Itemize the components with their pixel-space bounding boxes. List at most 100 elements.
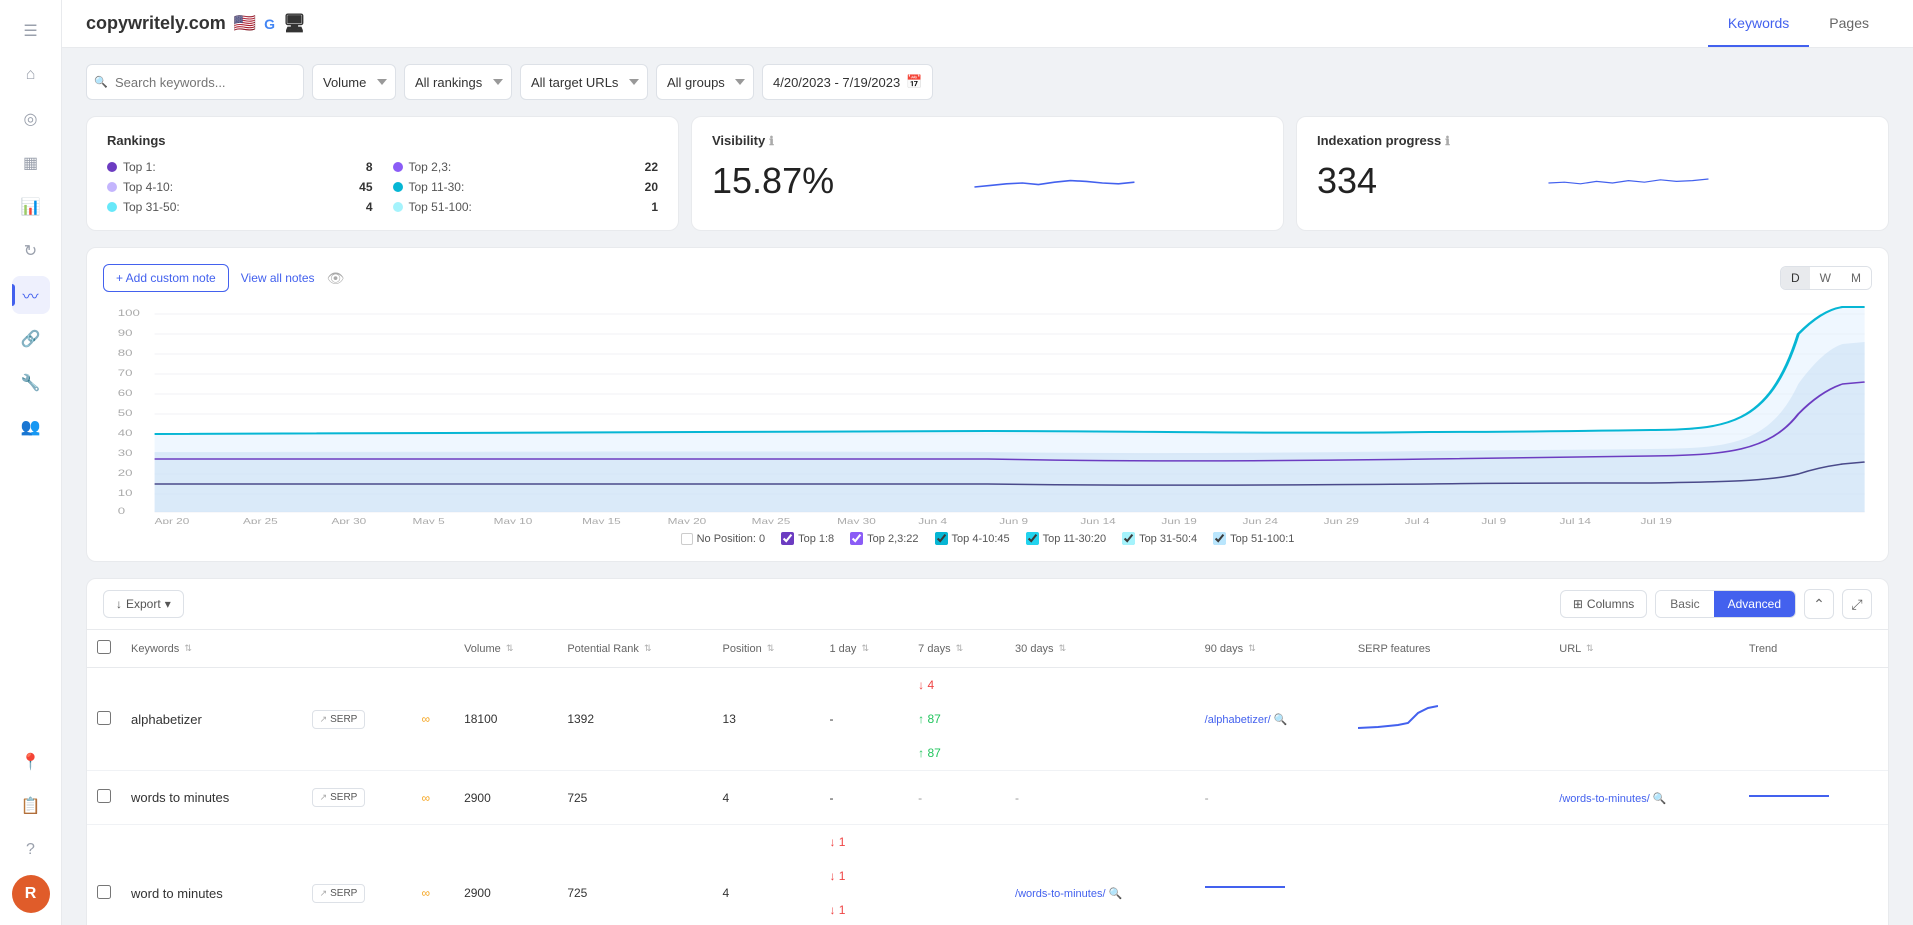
toolbar-right: ⊞ Columns Basic Advanced ⌃ ⤢ xyxy=(1560,589,1872,619)
row-checkbox-1[interactable] xyxy=(97,711,111,725)
link-icon-3: ∞ xyxy=(422,886,431,900)
svg-text:May 10: May 10 xyxy=(494,518,533,524)
ranking-top1: Top 1: 8 xyxy=(107,160,373,174)
svg-text:Apr 30: Apr 30 xyxy=(331,518,366,524)
tab-keywords[interactable]: Keywords xyxy=(1708,1,1809,47)
link-icon-2: ∞ xyxy=(422,791,431,805)
keyword-cell-3: word to minutes xyxy=(121,825,302,925)
keywords-table: Keywords ⇅ Volume ⇅ Potential Rank ⇅ Pos… xyxy=(87,630,1888,925)
main-content: copywritely.com 🇺🇸 G 🖥 Keywords Pages 🔍 … xyxy=(62,0,1913,925)
svg-text:10: 10 xyxy=(118,489,133,499)
legend-top3150: Top 31-50:4 xyxy=(1122,532,1197,545)
serp-button-3[interactable]: ↗ SERP xyxy=(312,884,366,903)
ranking-top410: Top 4-10: 45 xyxy=(107,180,373,194)
svg-text:50: 50 xyxy=(118,409,133,419)
eye-icon: 👁 xyxy=(327,270,345,287)
volume-filter[interactable]: Volume xyxy=(312,64,396,100)
potential-rank-cell-1: 1392 xyxy=(557,668,712,771)
serp-features-column-header: SERP features xyxy=(1348,630,1549,668)
trend-icon[interactable]: 〰 xyxy=(12,276,50,314)
trend-cell-2 xyxy=(1739,771,1888,825)
link-icon[interactable]: 🔗 xyxy=(12,320,50,358)
period-month-button[interactable]: M xyxy=(1841,267,1871,289)
date-range-picker[interactable]: 4/20/2023 - 7/19/2023 📅 xyxy=(762,64,933,100)
menu-icon[interactable]: ☰ xyxy=(12,12,50,50)
table-row: alphabetizer ↗ SERP ∞ 18100 1392 13 - ↓ … xyxy=(87,668,1888,771)
1day-column-header: 1 day ⇅ xyxy=(819,630,908,668)
rankings-filter[interactable]: All rankings xyxy=(404,64,512,100)
potential-rank-column-header: Potential Rank ⇅ xyxy=(557,630,712,668)
desktop-icon: 🖥 xyxy=(283,13,306,34)
row-checkbox-2[interactable] xyxy=(97,789,111,803)
urls-filter[interactable]: All target URLs xyxy=(520,64,648,100)
trend-cell-3 xyxy=(1195,825,1348,925)
7days-column-header: 7 days ⇅ xyxy=(908,630,1005,668)
legend-top1: Top 1:8 xyxy=(781,532,834,545)
groups-filter[interactable]: All groups xyxy=(656,64,754,100)
url-cell-2[interactable]: /words-to-minutes/ 🔍 xyxy=(1559,793,1666,805)
tools-icon[interactable]: 🔧 xyxy=(12,364,50,402)
columns-button[interactable]: ⊞ Columns xyxy=(1560,590,1647,618)
svg-text:70: 70 xyxy=(118,369,133,379)
visibility-info-icon: ℹ xyxy=(769,134,774,148)
export-button[interactable]: ↓ Export ▾ xyxy=(103,590,184,618)
url-cell-1[interactable]: /alphabetizer/ 🔍 xyxy=(1205,714,1288,726)
collapse-button[interactable]: ⌃ xyxy=(1804,589,1834,619)
url-column-header: URL ⇅ xyxy=(1549,630,1739,668)
serp-button-1[interactable]: ↗ SERP xyxy=(312,710,366,729)
legend-checkbox-top410[interactable] xyxy=(935,532,948,545)
help-icon[interactable]: ? xyxy=(12,831,50,869)
chart-bar-icon[interactable]: 📊 xyxy=(12,188,50,226)
expand-button[interactable]: ⤢ xyxy=(1842,589,1872,619)
tab-pages[interactable]: Pages xyxy=(1809,1,1889,47)
legend-check-no-position xyxy=(681,533,693,545)
domain-info: copywritely.com 🇺🇸 G 🖥 xyxy=(86,13,306,34)
legend-checkbox-top3150[interactable] xyxy=(1122,532,1135,545)
legend-checkbox-top1[interactable] xyxy=(781,532,794,545)
refresh-icon[interactable]: ↻ xyxy=(12,232,50,270)
add-custom-note-button[interactable]: + Add custom note xyxy=(103,264,229,292)
location-icon[interactable]: 📍 xyxy=(12,743,50,781)
filter-bar: 🔍 Volume All rankings All target URLs Al… xyxy=(86,64,1889,100)
ranking-dot-top410 xyxy=(107,182,117,192)
chart-svg-wrap: 100 90 80 70 60 50 40 30 20 10 0 xyxy=(103,304,1872,524)
url-cell-3[interactable]: /words-to-minutes/ 🔍 xyxy=(1015,888,1122,900)
legend-checkbox-top1130[interactable] xyxy=(1026,532,1039,545)
avatar-icon[interactable]: R xyxy=(12,875,50,913)
chart-legend: No Position: 0 Top 1:8 Top 2,3:22 Top 4-… xyxy=(103,532,1872,545)
indexation-chart xyxy=(1389,163,1868,203)
indexation-info-icon: ℹ xyxy=(1445,134,1450,148)
period-week-button[interactable]: W xyxy=(1810,267,1841,289)
legend-no-position: No Position: 0 xyxy=(681,532,765,545)
advanced-view-button[interactable]: Advanced xyxy=(1714,591,1795,617)
grid-icon[interactable]: ▦ xyxy=(12,144,50,182)
view-all-notes-button[interactable]: View all notes xyxy=(241,271,315,285)
visibility-value: 15.87% xyxy=(712,160,834,202)
search-input[interactable] xyxy=(86,64,304,100)
svg-text:Jun 14: Jun 14 xyxy=(1080,518,1116,524)
analytics-icon[interactable]: ◎ xyxy=(12,100,50,138)
home-icon[interactable]: ⌂ xyxy=(12,56,50,94)
row-checkbox-3[interactable] xyxy=(97,885,111,899)
svg-text:80: 80 xyxy=(118,349,133,359)
svg-text:Jun 4: Jun 4 xyxy=(918,518,947,524)
search-wrap: 🔍 xyxy=(86,64,304,100)
chart-period-buttons: D W M xyxy=(1780,266,1872,290)
users-icon[interactable]: 👥 xyxy=(12,408,50,446)
legend-checkbox-top23[interactable] xyxy=(850,532,863,545)
serp-button-2[interactable]: ↗ SERP xyxy=(312,788,366,807)
chart-area: + Add custom note View all notes 👁 D W M… xyxy=(86,247,1889,562)
table-toolbar: ↓ Export ▾ ⊞ Columns Basic Advanced ⌃ ⤢ xyxy=(87,579,1888,630)
ranking-top1130: Top 11-30: 20 xyxy=(393,180,659,194)
clipboard-icon[interactable]: 📋 xyxy=(12,787,50,825)
basic-view-button[interactable]: Basic xyxy=(1656,591,1713,617)
select-all-checkbox[interactable] xyxy=(97,640,111,654)
export-dropdown-icon: ▾ xyxy=(165,597,171,611)
volume-cell-3: 2900 xyxy=(454,825,557,925)
7days-cell-1: ↓ 4 xyxy=(908,668,1005,702)
svg-text:Jul 9: Jul 9 xyxy=(1481,518,1506,524)
svg-text:May 5: May 5 xyxy=(413,518,446,524)
domain-name: copywritely.com xyxy=(86,13,226,34)
period-day-button[interactable]: D xyxy=(1781,267,1810,289)
legend-checkbox-top51100[interactable] xyxy=(1213,532,1226,545)
